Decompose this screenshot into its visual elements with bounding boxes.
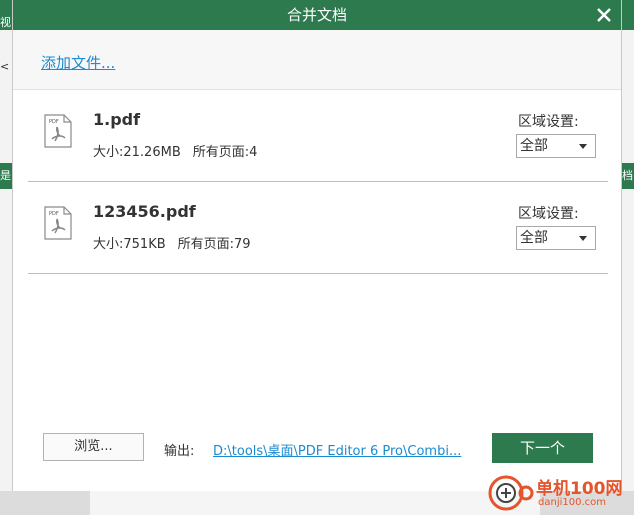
region-select-value: 全部 <box>520 138 548 154</box>
watermark-text: 单机100网 <box>536 479 623 499</box>
file-size: 大小:751KB <box>93 237 166 252</box>
svg-text:PDF: PDF <box>49 211 59 217</box>
next-button[interactable]: 下一个 <box>492 433 593 463</box>
background-bottom-panel <box>90 491 540 515</box>
close-icon <box>597 8 611 22</box>
watermark-url: danji100.com <box>538 497 606 508</box>
dialog-toolbar: 添加文件... <box>13 30 621 90</box>
file-size: 大小:21.26MB <box>93 145 181 160</box>
file-meta: 大小:21.26MB 所有页面:4 <box>93 141 257 160</box>
svg-text:PDF: PDF <box>49 119 59 125</box>
file-meta: 大小:751KB 所有页面:79 <box>93 233 251 252</box>
close-button[interactable] <box>593 4 615 26</box>
merge-documents-dialog: 合并文档 添加文件... PDF 1.pdf 大小:21.26MB 所有页面:4 … <box>12 0 622 491</box>
background-glyph: < <box>0 60 10 73</box>
file-list-item[interactable]: PDF 1.pdf 大小:21.26MB 所有页面:4 区域设置: 全部 <box>28 90 608 182</box>
dropdown-arrow-icon <box>579 144 587 149</box>
file-page-count: 所有页面:79 <box>177 237 251 252</box>
background-left-panel <box>0 30 12 515</box>
dialog-title: 合并文档 <box>286 6 347 24</box>
pdf-file-icon: PDF <box>44 206 72 240</box>
dialog-titlebar: 合并文档 <box>13 0 621 30</box>
output-path-link[interactable]: D:\tools\桌面\PDF Editor 6 Pro\Combi... <box>213 440 461 459</box>
output-label: 输出: <box>164 444 195 459</box>
file-name: 123456.pdf <box>93 202 196 221</box>
browse-button[interactable]: 浏览... <box>43 433 144 461</box>
background-left-label: 是 <box>0 163 12 189</box>
region-select[interactable]: 全部 <box>516 134 596 158</box>
region-settings-label: 区域设置: <box>518 206 579 222</box>
add-files-link[interactable]: 添加文件... <box>41 52 115 73</box>
pdf-file-icon: PDF <box>44 114 72 148</box>
background-right-label: 档 <box>622 163 634 189</box>
file-name: 1.pdf <box>93 110 141 129</box>
watermark: 单机100网 danji100.com <box>486 471 632 513</box>
region-select-value: 全部 <box>520 230 548 246</box>
region-settings-label: 区域设置: <box>518 114 579 130</box>
file-list-item[interactable]: PDF 123456.pdf 大小:751KB 所有页面:79 区域设置: 全部 <box>28 182 608 274</box>
file-page-count: 所有页面:4 <box>192 145 258 160</box>
background-tab-text: 视 <box>0 16 11 29</box>
watermark-logo-icon <box>488 475 534 511</box>
dropdown-arrow-icon <box>579 236 587 241</box>
region-select[interactable]: 全部 <box>516 226 596 250</box>
background-right-panel <box>622 30 634 515</box>
